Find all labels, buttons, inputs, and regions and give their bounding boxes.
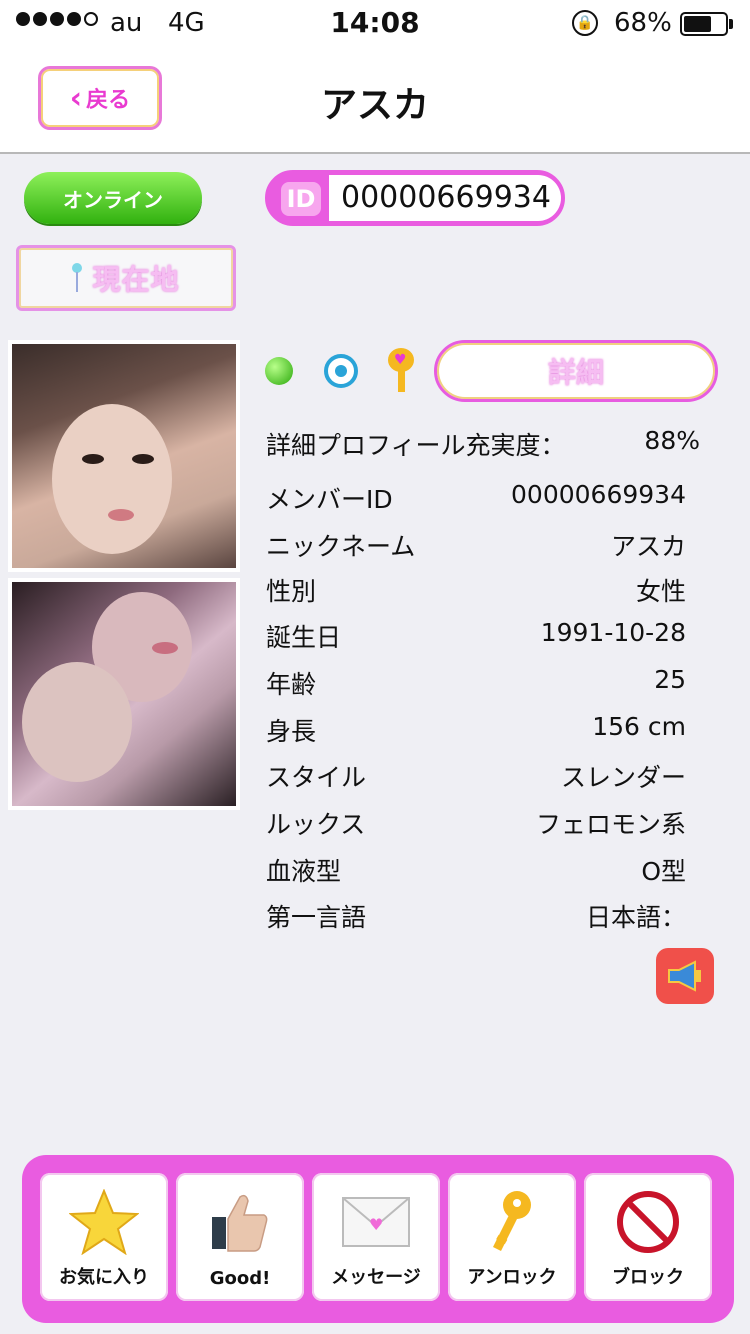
info-row-style: スタイル スレンダー <box>266 758 686 794</box>
location-button[interactable]: 現在地 <box>16 245 236 311</box>
envelope-icon: ♥ <box>342 1197 410 1247</box>
info-value: フェロモン系 <box>535 810 686 839</box>
info-row-birthday: 誕生日 1991-10-28 <box>266 618 686 654</box>
info-label: スタイル <box>266 763 367 792</box>
favorite-button[interactable]: お気に入り <box>40 1173 168 1301</box>
key-icon: ♥ <box>388 348 414 394</box>
favorite-label: お気に入り <box>59 1267 149 1288</box>
message-label: メッセージ <box>331 1267 421 1288</box>
id-tag: ID <box>281 182 321 216</box>
info-value: 25 <box>654 665 686 694</box>
block-button[interactable]: ブロック <box>584 1173 712 1301</box>
thumbs-up-icon <box>212 1194 268 1252</box>
prohibited-icon <box>617 1191 679 1253</box>
action-toolbar: お気に入り Good! ♥ メッセージ アンロック ブロック <box>22 1155 734 1323</box>
location-button-label: 現在地 <box>92 263 180 296</box>
id-value: 00000669934 <box>329 175 561 221</box>
info-value: 00000669934 <box>511 480 686 509</box>
info-label: メンバーID <box>266 485 393 514</box>
message-button[interactable]: ♥ メッセージ <box>312 1173 440 1301</box>
info-value: 156 cm <box>592 712 686 741</box>
unlock-button[interactable]: アンロック <box>448 1173 576 1301</box>
info-label: 第一言語 <box>266 903 367 932</box>
info-row-age: 年齢 25 <box>266 665 686 701</box>
target-icon <box>324 354 358 388</box>
good-button[interactable]: Good! <box>176 1173 304 1301</box>
battery-percent: 68% <box>614 8 672 38</box>
info-row-height: 身長 156 cm <box>266 712 686 748</box>
info-row-language: 第一言語 日本語： <box>266 898 686 934</box>
member-id-pill: ID 00000669934 <box>265 170 565 226</box>
info-value: 日本語： <box>585 903 686 932</box>
battery-nub <box>729 19 733 29</box>
info-value: アスカ <box>610 532 686 561</box>
info-label: 性別 <box>266 577 317 606</box>
megaphone-icon <box>668 960 701 992</box>
block-label: ブロック <box>612 1267 684 1288</box>
info-value: 女性 <box>635 577 686 606</box>
key-icon <box>493 1191 531 1251</box>
info-value: O型 <box>641 857 686 886</box>
navigation-bar: ‹ 戻る アスカ <box>0 48 750 154</box>
info-label: 身長 <box>266 717 317 746</box>
info-label: ルックス <box>266 810 366 839</box>
svg-text:♥: ♥ <box>369 1215 383 1234</box>
detail-button-label: 詳細 <box>547 356 604 389</box>
page-title: アスカ <box>320 85 429 126</box>
info-row-nickname: ニックネーム アスカ <box>266 527 686 563</box>
info-label: 年齢 <box>266 670 317 699</box>
info-row-member-id: メンバーID 00000669934 <box>266 480 686 516</box>
profile-photo-2[interactable] <box>8 578 240 810</box>
info-label: 血液型 <box>266 857 342 886</box>
info-label: ニックネーム <box>266 532 416 561</box>
battery-icon <box>680 12 728 36</box>
report-button[interactable] <box>656 948 714 1004</box>
unlock-label: アンロック <box>467 1267 557 1288</box>
info-row-gender: 性別 女性 <box>266 572 686 608</box>
profile-photo-1[interactable] <box>8 340 240 572</box>
info-row-looks: ルックス フェロモン系 <box>266 805 686 841</box>
info-value: スレンダー <box>560 763 686 792</box>
online-dot-icon <box>265 357 293 385</box>
rotation-lock-icon: 🔒 <box>572 10 598 36</box>
detail-button[interactable]: 詳細 <box>434 340 718 402</box>
fill-rate-value: 88% <box>644 426 700 455</box>
status-bar: au 4G 14:08 🔒 68% <box>0 0 750 48</box>
fill-rate-label: 詳細プロフィール充実度： <box>266 431 566 460</box>
info-label: 誕生日 <box>266 623 342 652</box>
info-row-blood-type: 血液型 O型 <box>266 852 686 888</box>
star-icon <box>69 1189 139 1255</box>
online-status-badge: オンライン <box>24 172 202 224</box>
map-pin-icon <box>72 263 83 293</box>
info-value: 1991-10-28 <box>540 618 686 647</box>
good-label: Good! <box>209 1268 271 1289</box>
